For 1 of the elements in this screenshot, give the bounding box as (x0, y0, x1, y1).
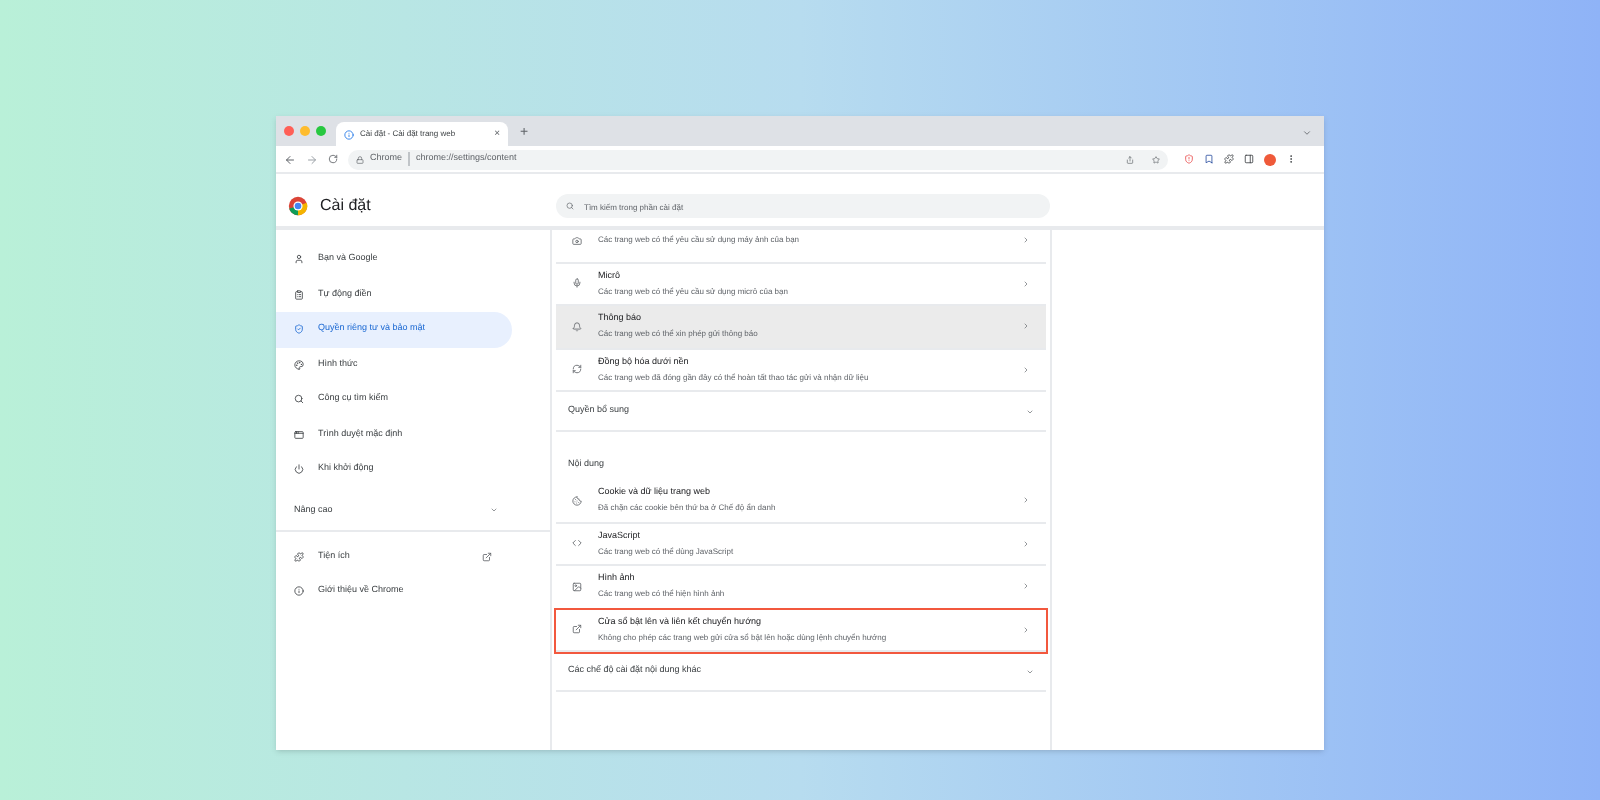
page-title: Cài đặt (320, 194, 371, 218)
